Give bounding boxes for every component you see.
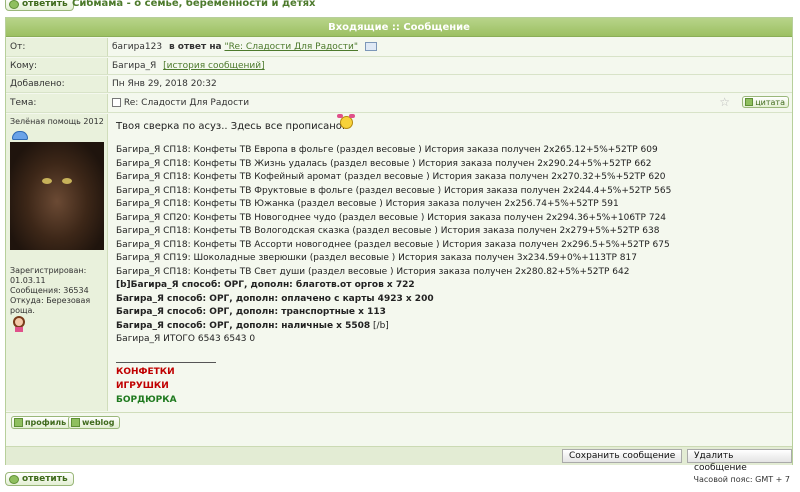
- to-user[interactable]: Багира_Я: [112, 61, 156, 71]
- signature-divider: [116, 362, 216, 363]
- subject-label: Тема:: [6, 94, 108, 112]
- posts-count: Сообщения: 36534: [10, 286, 89, 295]
- reply-icon: [9, 0, 19, 9]
- action-row: Сохранить сообщение Удалить сообщение: [6, 446, 792, 473]
- author-rank: Зелёная помощь 2012: [10, 117, 104, 126]
- order-line: Багира_Я СП19: Шоколадные зверюшки (разд…: [116, 253, 637, 263]
- panel-title: Входящие :: Сообщение: [6, 18, 792, 37]
- order-line: Багира_Я СП18: Конфеты ТВ Свет души (раз…: [116, 267, 630, 277]
- profile-button-label: профиль: [25, 418, 67, 427]
- registered-value: 01.03.11: [10, 276, 46, 285]
- signature-konfetki[interactable]: КОНФЕТКИ: [116, 367, 175, 377]
- breadcrumb[interactable]: Сибмама - о семье, беременности и детях: [72, 0, 315, 9]
- timezone-note: Часовой пояс: GMT + 7: [693, 475, 790, 484]
- message-panel: Входящие :: Сообщение От: багира123 в от…: [5, 17, 793, 473]
- signature-igrushki[interactable]: ИГРУШКИ: [116, 381, 169, 391]
- added-label: Добавлено:: [6, 76, 108, 92]
- from-user[interactable]: багира123: [112, 42, 162, 52]
- save-message-button[interactable]: Сохранить сообщение: [562, 449, 683, 463]
- weblog-button-label: weblog: [82, 418, 115, 427]
- order-line: Багира_Я СП18: Конфеты ТВ Кофейный арома…: [116, 172, 666, 182]
- author-location: Откуда: Березовая роща.: [10, 296, 91, 315]
- order-line: Багира_Я СП18: Конфеты ТВ Ассорти нового…: [116, 240, 670, 250]
- reply-button-label: ответить: [22, 0, 68, 9]
- weblog-button[interactable]: weblog: [68, 416, 120, 429]
- order-line: Багира_Я СП18: Конфеты ТВ Европа в фольг…: [116, 145, 658, 155]
- quote-icon: [745, 98, 754, 106]
- post-icon: [112, 98, 121, 107]
- payment-line: Багира_Я способ: ОРГ, дополн: транспортн…: [116, 307, 386, 317]
- payment-line: Багира_Я способ: ОРГ, дополн: наличные х…: [116, 321, 371, 331]
- profile-icon: [14, 418, 23, 427]
- quote-button[interactable]: цитата: [742, 96, 789, 108]
- to-label: Кому:: [6, 58, 108, 74]
- profile-button[interactable]: профиль: [11, 416, 72, 429]
- order-line: Багира_Я СП18: Конфеты ТВ Жизнь удалась …: [116, 159, 652, 169]
- girl-avatar-icon: [10, 314, 28, 332]
- from-label: От:: [6, 38, 108, 56]
- quote-button-label: цитата: [755, 97, 785, 107]
- in-reply-to-text: в ответ на: [168, 42, 222, 52]
- author-column: Зелёная помощь 2012 Зарегистрирован: 01.…: [6, 114, 108, 411]
- message-body: Твоя сверка по асуз.. Здесь все прописан…: [110, 114, 792, 411]
- avatar: [10, 142, 104, 250]
- reply-icon: [9, 474, 19, 484]
- order-line: Багира_Я СП20: Конфеты ТВ Новогоднее чуд…: [116, 213, 667, 223]
- signature-bordyurka[interactable]: БОРДЮРКА: [116, 395, 177, 405]
- total-line: Багира_Я ИТОГО 6543 6543 0: [116, 334, 256, 344]
- smiley-icon: [337, 114, 355, 130]
- top-bar: ответить Сибмама - о семье, беременности…: [0, 0, 800, 13]
- order-line: Багира_Я СП18: Конфеты ТВ Фруктовые в фо…: [116, 186, 672, 196]
- added-row: Добавлено: Пн Янв 29, 2018 20:32: [6, 76, 792, 93]
- star-icon[interactable]: ☆: [719, 95, 730, 109]
- avatar-eye: [42, 178, 52, 184]
- added-value: Пн Янв 29, 2018 20:32: [112, 79, 217, 89]
- bottom-reply-label: ответить: [22, 474, 68, 484]
- reply-topic-link[interactable]: "Re: Сладости Для Радости": [224, 42, 358, 52]
- from-row: От: багира123 в ответ на "Re: Сладости Д…: [6, 38, 792, 57]
- order-line: Багира_Я СП18: Конфеты ТВ Южанка (раздел…: [116, 199, 619, 209]
- reply-button[interactable]: ответить: [5, 0, 74, 11]
- avatar-eye: [62, 178, 72, 184]
- subject-row: Тема: Re: Сладости Для Радости ☆ цитата: [6, 94, 792, 113]
- order-line: Багира_Я СП18: Конфеты ТВ Вологодская ск…: [116, 226, 660, 236]
- payment-line: Багира_Я способ: ОРГ, дополн: оплачено с…: [116, 294, 434, 304]
- bbcode-close-tag: [/b]: [373, 321, 389, 331]
- profile-buttons-row: профиль weblog: [6, 412, 792, 432]
- rank-badge-icon: [10, 127, 30, 141]
- add-contact-icon[interactable]: [364, 42, 377, 51]
- subject-value: Re: Сладости Для Радости: [123, 98, 250, 108]
- to-row: Кому: Багира_Я [история сообщений]: [6, 58, 792, 75]
- weblog-icon: [71, 418, 80, 427]
- registered-label: Зарегистрирован:: [10, 266, 87, 275]
- message-intro: Твоя сверка по асуз.. Здесь все прописан…: [116, 121, 346, 132]
- author-info: Зарегистрирован: 01.03.11 Сообщения: 365…: [10, 266, 106, 316]
- payment-line: [b]Багира_Я способ: ОРГ, дополн: благотв…: [116, 280, 415, 290]
- history-link[interactable]: [история сообщений]: [163, 61, 265, 71]
- bottom-reply-button[interactable]: ответить: [5, 472, 74, 486]
- delete-message-button[interactable]: Удалить сообщение: [687, 449, 792, 473]
